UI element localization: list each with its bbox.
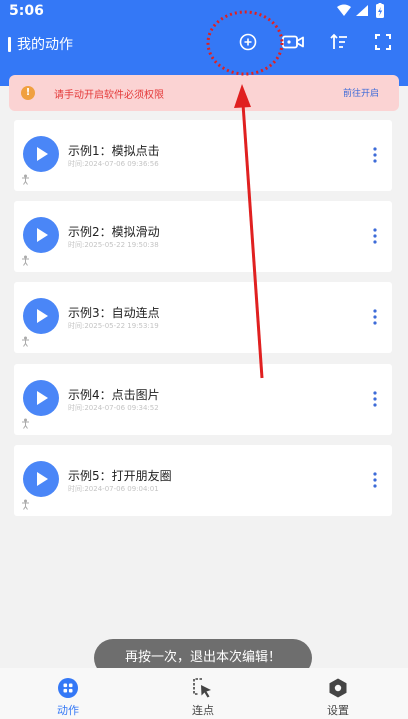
nav-item-actions[interactable]: 动作 <box>28 668 108 719</box>
bottom-nav: 动作 连点 设置 <box>0 668 408 719</box>
nav-label: 连点 <box>192 704 214 717</box>
nav-item-settings[interactable]: 设置 <box>298 668 378 719</box>
annotation-overlay <box>206 10 284 379</box>
annotation-arrow-head <box>234 84 251 108</box>
settings-icon <box>329 678 347 698</box>
nav-label: 设置 <box>327 704 349 717</box>
annotation-arrow-shaft <box>241 103 264 379</box>
highlight-circle <box>206 10 284 76</box>
grid-icon <box>58 678 78 698</box>
cursor-click-icon <box>193 678 211 698</box>
nav-label: 动作 <box>57 704 79 717</box>
nav-item-clicker[interactable]: 连点 <box>163 668 243 719</box>
